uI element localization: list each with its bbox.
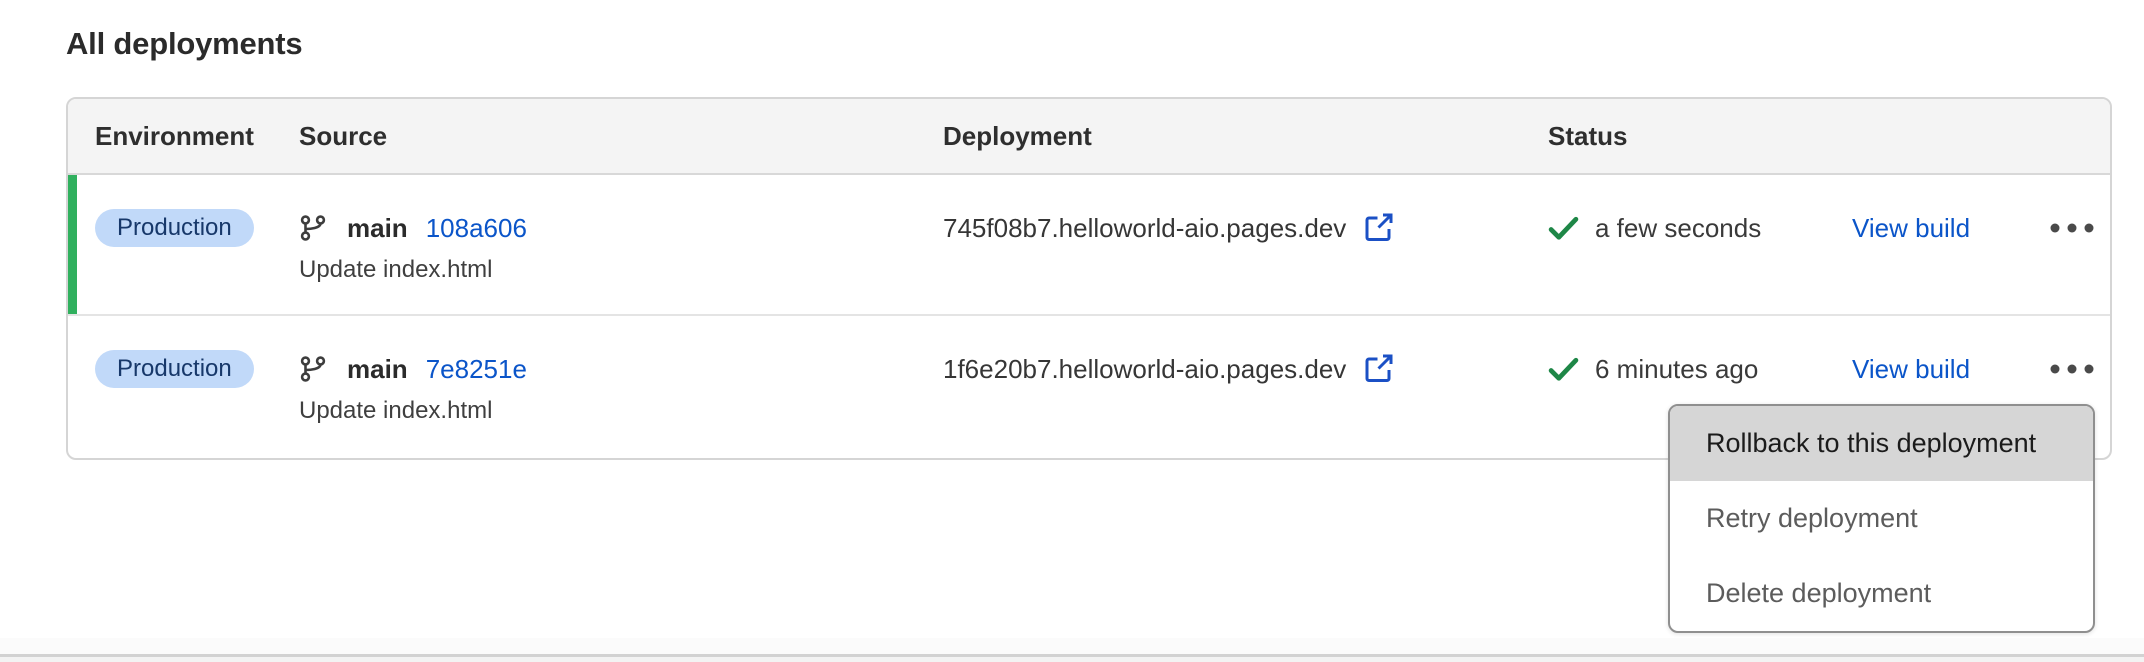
environment-badge: Production — [95, 209, 254, 247]
bottom-edge — [0, 657, 2144, 662]
commit-link[interactable]: 7e8251e — [426, 354, 527, 385]
menu-item-retry[interactable]: Retry deployment — [1670, 481, 2093, 556]
branch-name: main — [347, 354, 408, 385]
check-icon — [1548, 356, 1579, 383]
ellipsis-icon — [2050, 221, 2094, 236]
column-header-deployment: Deployment — [943, 121, 1548, 152]
context-menu: Rollback to this deployment Retry deploy… — [1668, 404, 2095, 633]
table-header: Environment Source Deployment Status — [68, 99, 2110, 175]
bottom-band — [0, 638, 2144, 654]
menu-item-rollback[interactable]: Rollback to this deployment — [1670, 406, 2093, 481]
check-icon — [1548, 215, 1579, 242]
commit-message: Update index.html — [299, 256, 943, 284]
ellipsis-icon — [2050, 362, 2094, 377]
external-link-icon — [1361, 352, 1395, 386]
deployment-row-current: Production main 108a606 Update index.htm… — [68, 175, 2110, 316]
deployment-url: 745f08b7.helloworld-aio.pages.dev — [943, 213, 1346, 244]
menu-item-delete[interactable]: Delete deployment — [1670, 556, 2093, 631]
git-branch-icon — [299, 214, 327, 242]
commit-message: Update index.html — [299, 397, 943, 425]
status-time: 6 minutes ago — [1595, 354, 1758, 385]
current-deployment-indicator — [68, 175, 77, 314]
view-build-link[interactable]: View build — [1852, 213, 1970, 244]
commit-link[interactable]: 108a606 — [426, 213, 527, 244]
branch-name: main — [347, 213, 408, 244]
deployment-url-link[interactable]: 1f6e20b7.helloworld-aio.pages.dev — [943, 352, 1395, 386]
more-actions-button[interactable] — [2044, 215, 2100, 242]
more-actions-button[interactable] — [2044, 356, 2100, 383]
deployment-url-link[interactable]: 745f08b7.helloworld-aio.pages.dev — [943, 211, 1395, 245]
column-header-source: Source — [299, 121, 943, 152]
external-link-icon — [1361, 211, 1395, 245]
page-title: All deployments — [66, 26, 302, 62]
deployment-url: 1f6e20b7.helloworld-aio.pages.dev — [943, 354, 1346, 385]
column-header-environment: Environment — [68, 121, 299, 152]
view-build-link[interactable]: View build — [1852, 354, 1970, 385]
environment-badge: Production — [95, 350, 254, 388]
status-time: a few seconds — [1595, 213, 1761, 244]
column-header-status: Status — [1548, 121, 1852, 152]
git-branch-icon — [299, 355, 327, 383]
